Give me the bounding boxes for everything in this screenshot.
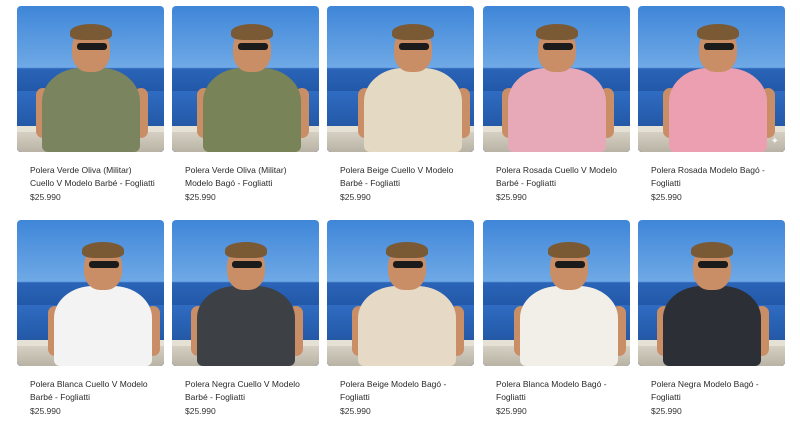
- model-figure: [483, 6, 630, 152]
- product-price: $25.990: [185, 406, 216, 416]
- hair: [697, 24, 739, 40]
- hair: [536, 24, 578, 40]
- product-title[interactable]: Polera Beige Cuello V Modelo Barbé - Fog…: [327, 164, 474, 189]
- product-card[interactable]: Polera Verde Oliva (Militar) Modelo Bagó…: [172, 6, 319, 202]
- product-card[interactable]: ✦ Polera Rosada Modelo Bagó - Fogliatti $2…: [638, 6, 785, 202]
- shirt: [42, 68, 140, 152]
- model-figure: [17, 6, 164, 152]
- model-figure: [483, 220, 630, 366]
- product-price: $25.990: [340, 406, 371, 416]
- product-card[interactable]: Polera Beige Cuello V Modelo Barbé - Fog…: [327, 6, 474, 202]
- sunglasses: [77, 43, 107, 50]
- product-card[interactable]: Polera Verde Oliva (Militar) Cuello V Mo…: [17, 6, 164, 202]
- product-image[interactable]: [483, 6, 630, 152]
- product-grid: Polera Verde Oliva (Militar) Cuello V Mo…: [0, 0, 800, 426]
- product-price: $25.990: [30, 406, 61, 416]
- model-figure: [172, 220, 319, 366]
- product-title[interactable]: Polera Verde Oliva (Militar) Cuello V Mo…: [17, 164, 164, 189]
- shirt: [520, 286, 618, 366]
- shirt: [364, 68, 462, 152]
- hair: [70, 24, 112, 40]
- sunglasses: [393, 261, 423, 268]
- product-price: $25.990: [340, 192, 371, 202]
- shirt: [203, 68, 301, 152]
- sunglasses: [704, 43, 734, 50]
- sparkle-icon: ✦: [770, 136, 779, 147]
- hair: [231, 24, 273, 40]
- product-title[interactable]: Polera Blanca Cuello V Modelo Barbé - Fo…: [17, 378, 164, 403]
- product-card[interactable]: Polera Blanca Cuello V Modelo Barbé - Fo…: [17, 220, 164, 416]
- model-figure: [327, 220, 474, 366]
- shirt: [358, 286, 456, 366]
- hair: [548, 242, 590, 258]
- model-figure: [172, 6, 319, 152]
- sunglasses: [238, 43, 268, 50]
- product-image[interactable]: [327, 6, 474, 152]
- hair: [225, 242, 267, 258]
- product-title[interactable]: Polera Verde Oliva (Militar) Modelo Bagó…: [172, 164, 319, 189]
- product-image[interactable]: [327, 220, 474, 366]
- hair: [691, 242, 733, 258]
- product-price: $25.990: [496, 406, 527, 416]
- hair: [392, 24, 434, 40]
- hair: [82, 242, 124, 258]
- shirt: [197, 286, 295, 366]
- product-price: $25.990: [651, 192, 682, 202]
- model-figure: [638, 6, 785, 152]
- product-image[interactable]: [172, 220, 319, 366]
- sunglasses: [89, 261, 119, 268]
- sunglasses: [232, 261, 262, 268]
- shirt: [54, 286, 152, 366]
- product-title[interactable]: Polera Negra Cuello V Modelo Barbé - Fog…: [172, 378, 319, 403]
- sunglasses: [399, 43, 429, 50]
- sunglasses: [698, 261, 728, 268]
- product-card[interactable]: Polera Blanca Modelo Bagó - Fogliatti $25…: [483, 220, 630, 416]
- product-image[interactable]: [17, 6, 164, 152]
- shirt: [508, 68, 606, 152]
- product-title[interactable]: Polera Rosada Modelo Bagó - Fogliatti: [638, 164, 785, 189]
- shirt: [669, 68, 767, 152]
- product-title[interactable]: Polera Rosada Cuello V Modelo Barbé - Fo…: [483, 164, 630, 189]
- product-image[interactable]: ✦: [638, 6, 785, 152]
- product-card[interactable]: Polera Beige Modelo Bagó - Fogliatti $25.…: [327, 220, 474, 416]
- product-image[interactable]: [483, 220, 630, 366]
- product-price: $25.990: [185, 192, 216, 202]
- product-card[interactable]: Polera Negra Cuello V Modelo Barbé - Fog…: [172, 220, 319, 416]
- sunglasses: [543, 43, 573, 50]
- product-title[interactable]: Polera Negra Modelo Bagó - Fogliatti: [638, 378, 785, 403]
- product-price: $25.990: [496, 192, 527, 202]
- model-figure: [638, 220, 785, 366]
- hair: [386, 242, 428, 258]
- product-card[interactable]: Polera Rosada Cuello V Modelo Barbé - Fo…: [483, 6, 630, 202]
- product-card[interactable]: Polera Negra Modelo Bagó - Fogliatti $25.…: [638, 220, 785, 416]
- shirt: [663, 286, 761, 366]
- model-figure: [17, 220, 164, 366]
- product-image[interactable]: [17, 220, 164, 366]
- product-price: $25.990: [30, 192, 61, 202]
- product-title[interactable]: Polera Beige Modelo Bagó - Fogliatti: [327, 378, 474, 403]
- model-figure: [327, 6, 474, 152]
- product-image[interactable]: [638, 220, 785, 366]
- sunglasses: [555, 261, 585, 268]
- product-image[interactable]: [172, 6, 319, 152]
- product-price: $25.990: [651, 406, 682, 416]
- product-title[interactable]: Polera Blanca Modelo Bagó - Fogliatti: [483, 378, 630, 403]
